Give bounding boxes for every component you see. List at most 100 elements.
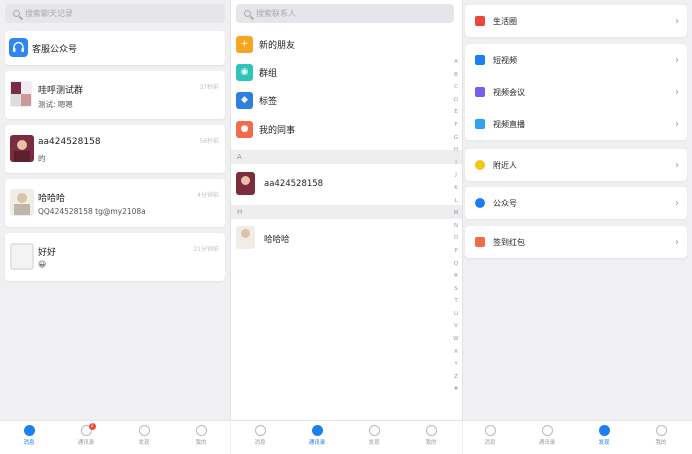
alphabet-letter[interactable]: W [452, 333, 460, 346]
alphabet-letter[interactable]: # [452, 383, 460, 396]
tab-label: 消息 [484, 440, 496, 446]
chat-time: 37秒前 [199, 84, 219, 91]
alphabet-letter[interactable]: X [452, 346, 460, 359]
unread-badge: 1 [88, 423, 96, 430]
alphabet-letter[interactable]: R [452, 270, 460, 283]
discover-label: 视频会议 [493, 87, 525, 97]
messages-panel: 搜索聊天记录 客服公众号 哇呼测试群 测试: 嗯嗯 37秒前 aa4245281… [0, 0, 230, 454]
chat-title: 哇呼测试群 [38, 86, 84, 96]
tab-contacts[interactable]: 1 通讯录 [71, 423, 101, 446]
alphabet-letter[interactable]: U [452, 308, 460, 321]
headset-icon [9, 38, 28, 57]
section-header: H [231, 205, 462, 219]
profile-icon [655, 425, 667, 436]
tab-label: 我的 [195, 440, 207, 446]
video-icon [475, 55, 485, 65]
contact-name: aa424528158 [264, 179, 324, 189]
contact-row[interactable]: 哈哈哈 [231, 220, 462, 254]
live-icon [475, 119, 485, 129]
official-account-icon [475, 198, 485, 208]
tab-label: 我的 [425, 440, 437, 446]
tab-messages[interactable]: 消息 [245, 423, 275, 446]
search-icon [13, 10, 20, 17]
alphabet-letter[interactable]: N [452, 220, 460, 233]
alphabet-letter[interactable]: B [452, 69, 460, 82]
service-account-row[interactable]: 客服公众号 [5, 31, 225, 65]
alphabet-letter[interactable]: K [452, 182, 460, 195]
discover-item-live[interactable]: 视频直播 › [465, 108, 687, 140]
discover-item-short-video[interactable]: 短视频 › [465, 44, 687, 76]
tab-discover[interactable]: 发现 [589, 423, 619, 446]
alphabet-letter[interactable]: D [452, 94, 460, 107]
contacts-menu-tags[interactable]: ◆ 标签 [231, 86, 462, 114]
user-avatar [10, 135, 34, 162]
alphabet-letter[interactable]: S [452, 283, 460, 296]
alphabet-letter[interactable]: Y [452, 358, 460, 371]
alphabet-letter[interactable]: P [452, 245, 460, 258]
tab-me[interactable]: 我的 [416, 423, 446, 446]
tab-contacts[interactable]: 通讯录 [532, 423, 562, 446]
discover-group: 公众号 › [465, 187, 687, 219]
tab-discover[interactable]: 发现 [359, 423, 389, 446]
chat-item[interactable]: 好好 😀 21分钟前 [5, 233, 225, 281]
tab-me[interactable]: 我的 [186, 423, 216, 446]
chat-title: 好好 [38, 248, 57, 258]
alphabet-letter[interactable]: Q [452, 258, 460, 271]
contacts-panel: 搜索联系人 + 新的朋友 ◉ 群组 ◆ 标签 ● 我的同事 A aa424528… [231, 0, 462, 454]
alphabet-letter[interactable]: J [452, 169, 460, 182]
contacts-icon [541, 425, 553, 436]
discover-label: 短视频 [493, 55, 517, 65]
default-avatar [10, 243, 34, 270]
alphabet-letter[interactable]: A [452, 56, 460, 69]
alphabet-letter[interactable]: F [452, 119, 460, 132]
discover-item-nearby[interactable]: 附近人 › [465, 149, 687, 181]
tab-label: 通讯录 [77, 440, 95, 446]
alphabet-index[interactable]: A B C D E F G H I J K L M N O P Q R S T U V W X Y Z # [452, 56, 460, 396]
contacts-menu-colleagues[interactable]: ● 我的同事 [231, 115, 462, 143]
contacts-menu-groups[interactable]: ◉ 群组 [231, 58, 462, 86]
discover-label: 签到红包 [493, 237, 525, 247]
chat-time: 56秒前 [199, 138, 219, 145]
alphabet-letter[interactable]: O [452, 232, 460, 245]
tab-bar: 消息 通讯录 发现 我的 [231, 420, 462, 454]
alphabet-letter[interactable]: V [452, 320, 460, 333]
discover-item-official-account[interactable]: 公众号 › [465, 187, 687, 219]
profile-icon [195, 425, 207, 436]
discover-item-moments[interactable]: 生活圈 › [465, 5, 687, 37]
tab-label: 发现 [138, 440, 150, 446]
alphabet-letter[interactable]: M [452, 207, 460, 220]
chat-item[interactable]: 哇呼测试群 测试: 嗯嗯 37秒前 [5, 71, 225, 119]
discover-item-red-packet[interactable]: 签到红包 › [465, 226, 687, 258]
search-input[interactable]: 搜索联系人 [236, 4, 454, 23]
menu-label: 我的同事 [259, 125, 296, 136]
alphabet-letter[interactable]: L [452, 195, 460, 208]
discover-item-video-meeting[interactable]: 视频会议 › [465, 76, 687, 108]
search-input[interactable]: 搜索聊天记录 [5, 4, 225, 23]
alphabet-letter[interactable]: T [452, 295, 460, 308]
chevron-right-icon: › [675, 54, 679, 66]
search-placeholder: 搜索联系人 [256, 9, 296, 18]
tab-messages[interactable]: 消息 [14, 423, 44, 446]
user-avatar [236, 226, 255, 249]
chat-item[interactable]: aa424528158 的 56秒前 [5, 125, 225, 173]
tab-contacts[interactable]: 通讯录 [302, 423, 332, 446]
tab-discover[interactable]: 发现 [129, 423, 159, 446]
tab-me[interactable]: 我的 [646, 423, 676, 446]
discover-group: 附近人 › [465, 149, 687, 181]
alphabet-letter[interactable]: H [452, 144, 460, 157]
alphabet-letter[interactable]: E [452, 106, 460, 119]
chat-title: aa424528158 [38, 137, 101, 147]
discover-icon [138, 425, 150, 436]
discover-panel: 生活圈 › 短视频 › 视频会议 › 视频直播 › 附近人 › 公众号 › 签到… [463, 0, 692, 454]
alphabet-letter[interactable]: C [452, 81, 460, 94]
contacts-menu-new-friends[interactable]: + 新的朋友 [231, 30, 462, 58]
alphabet-letter[interactable]: G [452, 132, 460, 145]
chat-item[interactable]: 哈哈哈 QQ424528158 tg@my2108a 4分钟前 [5, 179, 225, 227]
group-icon: ◉ [236, 63, 253, 81]
menu-label: 群组 [259, 68, 278, 79]
contact-row[interactable]: aa424528158 [231, 166, 462, 200]
alphabet-letter[interactable]: Z [452, 371, 460, 384]
contacts-icon: 1 [80, 423, 96, 436]
tab-messages[interactable]: 消息 [475, 423, 505, 446]
alphabet-letter[interactable]: I [452, 157, 460, 170]
